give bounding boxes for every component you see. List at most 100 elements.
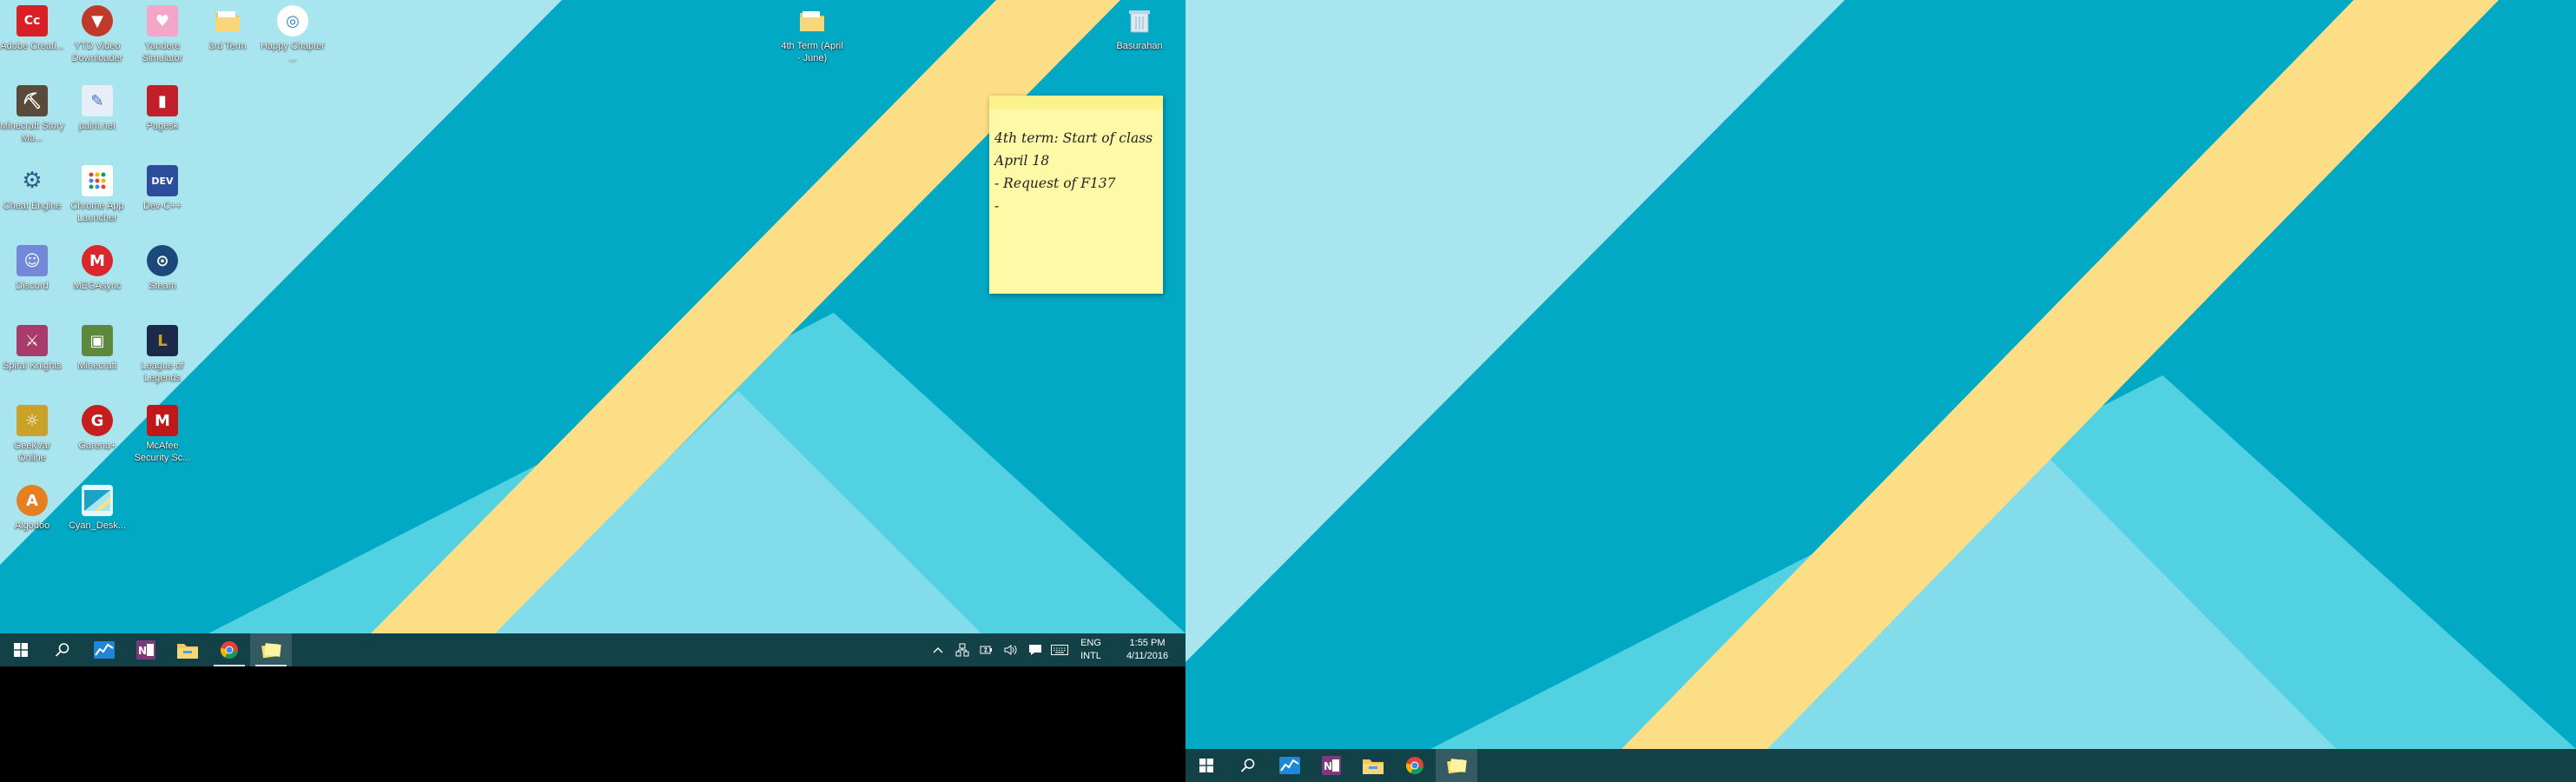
taskbar-app-sticky-notes[interactable] xyxy=(1436,749,1477,782)
desktop-icon-label: Yandere Simulator xyxy=(142,41,183,63)
tray-language-button[interactable]: ENG INTL xyxy=(1074,637,1107,663)
desktop-icon-4th-term-folder[interactable]: 4th Term (April - June) xyxy=(780,0,844,76)
tray-clock-button[interactable]: 1:55 PM 4/11/2016 xyxy=(1116,637,1179,663)
taskbar-app-file-explorer[interactable] xyxy=(1352,749,1394,782)
windows-logo-icon xyxy=(1199,759,1213,772)
desktop-icon-paint-net[interactable]: ✎ paint.net xyxy=(65,80,129,156)
desktop-icon-spiral-knights[interactable]: ⚔ Spiral Knights xyxy=(0,320,64,396)
desktop-icon-label: Garena+ xyxy=(78,441,116,451)
volume-icon xyxy=(1004,645,1017,655)
search-button[interactable] xyxy=(1227,749,1269,782)
taskbar-app-chrome[interactable] xyxy=(208,633,250,666)
yandere-simulator-icon: ♥ xyxy=(147,5,178,36)
recycle-bin-icon xyxy=(1124,5,1155,36)
sticky-notes-icon xyxy=(1447,759,1467,774)
chrome-icon xyxy=(1405,757,1423,775)
onenote-icon: N xyxy=(136,640,155,659)
language-layout: INTL xyxy=(1080,651,1101,661)
desktop-icon-dev-cpp[interactable]: DEV Dev-C++ xyxy=(130,160,195,236)
ytd-video-downloader-icon: ▼ xyxy=(82,5,113,36)
desktop-icon-label: Chrome App Launcher xyxy=(70,201,124,223)
desktop-icon-label: Minecraft xyxy=(77,361,117,371)
windows-logo-icon xyxy=(14,643,28,657)
garena-plus-icon: G xyxy=(82,405,113,436)
desktop-icon-megasync[interactable]: M MEGAsync xyxy=(65,240,129,316)
desktop-icon-label: Pagesk xyxy=(146,121,179,131)
desktop-icon-yandere-simulator[interactable]: ♥ Yandere Simulator xyxy=(130,0,195,76)
taskbar-app-file-explorer[interactable] xyxy=(167,633,208,666)
desktop-icon-recycle-bin[interactable]: Basurahan xyxy=(1107,0,1172,76)
chrome-icon xyxy=(220,641,238,659)
desktop-icon-ytd-video-downloader[interactable]: ▼ YTD Video Downloader xyxy=(65,0,129,76)
desktop-icon-league-of-legends[interactable]: L League of Legends xyxy=(130,320,195,396)
desktop-icon-label: Adobe Creati... xyxy=(0,41,64,51)
tray-network-button[interactable] xyxy=(953,633,972,666)
desktop-wallpaper-secondary[interactable] xyxy=(1186,0,2576,749)
mcafee-security-icon: M xyxy=(147,405,178,436)
taskbar-app-onenote[interactable]: N xyxy=(125,633,167,666)
megasync-icon: M xyxy=(82,245,113,276)
start-button[interactable] xyxy=(0,633,42,666)
adobe-creative-cloud-icon: Cc xyxy=(17,5,48,36)
tray-power-button[interactable] xyxy=(977,633,996,666)
svg-text:N: N xyxy=(1324,760,1332,772)
sticky-note-line: 4th term: Start of class xyxy=(994,130,1153,146)
taskbar-app-sticky-notes[interactable] xyxy=(250,633,292,666)
monitor-1: Cc Adobe Creati... ▼ YTD Video Downloade… xyxy=(0,0,1186,782)
tray-touch-keyboard-button[interactable] xyxy=(1050,633,1069,666)
desktop-icon-label: Steam xyxy=(149,281,176,291)
spiral-knights-icon: ⚔ xyxy=(17,325,48,356)
folder-icon xyxy=(796,5,828,36)
desktop-icon-adobe-creative-cloud[interactable]: Cc Adobe Creati... xyxy=(0,0,64,76)
clock-time: 1:55 PM xyxy=(1129,638,1166,648)
taskbar-app-stocks[interactable] xyxy=(83,633,125,666)
desktop-wallpaper[interactable]: Cc Adobe Creati... ▼ YTD Video Downloade… xyxy=(0,0,1186,633)
dev-cpp-icon: DEV xyxy=(147,165,178,196)
desktop-icon-garena-plus[interactable]: G Garena+ xyxy=(65,400,129,476)
taskbar-app-onenote[interactable]: N xyxy=(1311,749,1352,782)
desktop-icon-mcafee-security[interactable]: M McAfee Security Sc... xyxy=(130,400,195,476)
discord-icon: ☺ xyxy=(17,245,48,276)
cheat-engine-icon: ⚙ xyxy=(22,168,43,194)
clock-date: 4/11/2016 xyxy=(1126,651,1169,661)
desktop-icon-label: 4th Term (April - June) xyxy=(781,41,843,63)
tray-volume-button[interactable] xyxy=(1001,633,1020,666)
desktop-icon-minecraft-story-mode[interactable]: ⛏ Minecraft Story Mo... xyxy=(0,80,64,156)
action-center-icon xyxy=(1029,645,1041,655)
desktop-icon-geekvar-online[interactable]: ☼ GeekVar Online xyxy=(0,400,64,476)
keyboard-icon xyxy=(1051,645,1068,655)
sticky-note-line: - xyxy=(994,198,1000,214)
sticky-note-line: - Request of F137 xyxy=(994,176,1116,191)
taskbar-app-chrome[interactable] xyxy=(1394,749,1436,782)
desktop-icon-3rd-term-folder[interactable]: 3rd Term xyxy=(195,0,260,76)
start-button[interactable] xyxy=(1186,749,1227,782)
show-hidden-icons-button[interactable] xyxy=(928,633,948,666)
desktop-icon-label: McAfee Security Sc... xyxy=(134,441,191,463)
stocks-chart-icon xyxy=(1279,757,1300,774)
desktop-icon-pagesk[interactable]: ▮ Pagesk xyxy=(130,80,195,156)
desktop-icon-happy-chapter[interactable]: ◎ Happy Chapter ... xyxy=(261,0,325,76)
search-button[interactable] xyxy=(42,633,83,666)
taskbar-app-stocks[interactable] xyxy=(1269,749,1311,782)
desktop-icon-chrome-app-launcher[interactable]: Chrome App Launcher xyxy=(65,160,129,236)
desktop-icon-label: Cyan_Desk... xyxy=(68,520,127,531)
tray-action-center-button[interactable] xyxy=(1026,633,1045,666)
happy-chapter-icon: ◎ xyxy=(277,5,308,36)
desktop-icon-algodoo[interactable]: A Algodoo xyxy=(0,480,64,556)
desktop-icon-minecraft[interactable]: ▣ Minecraft xyxy=(65,320,129,396)
desktop-icon-cyan-desktop-image[interactable]: Cyan_Desk... xyxy=(65,480,129,556)
desktop-icon-label: paint.net xyxy=(78,121,116,131)
svg-text:N: N xyxy=(138,645,147,657)
minecraft-story-mode-icon: ⛏ xyxy=(17,85,48,116)
league-of-legends-icon: L xyxy=(147,325,178,356)
stocks-chart-icon xyxy=(94,641,115,659)
sticky-note[interactable]: 4th term: Start of class April 18 - Requ… xyxy=(989,96,1163,294)
sticky-notes-icon xyxy=(261,643,281,659)
desktop-icon-discord[interactable]: ☺ Discord xyxy=(0,240,64,316)
desktop-icon-label: Minecraft Story Mo... xyxy=(0,121,64,143)
desktop-icon-label: Happy Chapter ... xyxy=(261,41,325,63)
desktop-icon-label: League of Legends xyxy=(141,361,184,383)
desktop-icon-steam[interactable]: ⊙ Steam xyxy=(130,240,195,316)
desktop-icon-cheat-engine[interactable]: ⚙ Cheat Engine xyxy=(0,160,64,236)
desktop-icon-label: YTD Video Downloader xyxy=(71,41,123,63)
